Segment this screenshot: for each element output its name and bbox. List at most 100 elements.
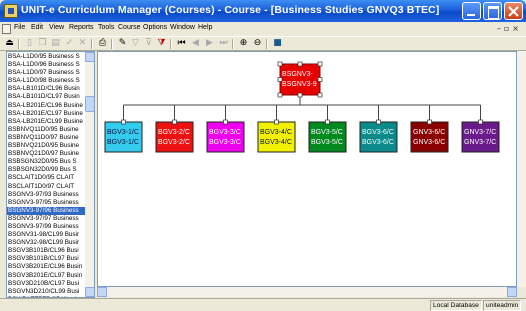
menu-window[interactable]: Window [170,24,195,31]
title-bar[interactable]: UNIT-e Curriculum Manager (Courses) - Co… [0,0,526,22]
toolbar-separator [91,39,93,49]
course-list-item[interactable]: BSGNV3-97/95 Business [7,199,85,207]
menu-view[interactable]: View [49,24,64,31]
maximize-button[interactable] [483,2,502,20]
child-course-node[interactable] [410,121,449,153]
child-course-node-label: GNV3-7/C [464,129,496,136]
menu-course[interactable]: Course [118,24,141,31]
course-list-item[interactable]: BSGNV32-98/CL99 Busir [7,239,85,247]
course-list-item[interactable]: BSBSGN32D0/99 Bus S [7,166,85,174]
node-handle [277,61,283,67]
zoom-out-icon[interactable]: ⊖ [252,38,263,49]
child-course-node[interactable] [206,121,245,153]
course-list-item[interactable]: BSA-LB101D/CL96 Busin [7,85,85,93]
course-list-item[interactable]: BSGNV3-97/99 Business [7,223,85,231]
print-icon[interactable]: ⎙ [97,38,108,49]
child-course-node[interactable] [257,121,296,153]
child-course-node[interactable] [155,121,194,153]
child-course-node-label: BGV3-3/C [209,139,241,146]
course-list-item[interactable]: BSA-LB201E/CL99 Busine [7,118,85,126]
child-course-node-label: BGV3-3/C [209,129,241,136]
course-list-item[interactable]: BSA-L1D0/97 Business S [7,69,85,77]
menu-options[interactable]: Options [143,24,167,31]
course-list-item[interactable]: BSGNV31-98/CL99 Busir [7,231,85,239]
scroll-thumb[interactable] [85,96,94,112]
child-course-node[interactable] [359,121,398,153]
cancel-icon[interactable]: ✕ [77,38,88,49]
menu-edit[interactable]: Edit [31,24,43,31]
toolbar: ⏏ ▯ ❐ ▤ ✓ ✕ ⎙ ✎ ▽ ⊽ ⧩ ⏮ ◀ ▶ ⏭ ⊕ ⊖ ■ [0,36,526,51]
scroll-right-arrow[interactable] [507,287,517,297]
child-course-node-label: BGV3-5/C [311,139,343,146]
course-list-item[interactable]: BSGNV3-97/97 Business [7,215,85,223]
child-course-node-label: BGV3-5/C [311,129,343,136]
course-list-item[interactable]: BSGVN3D210/CL99 Busi [7,288,85,296]
minimize-button[interactable] [462,2,481,20]
scroll-up-arrow[interactable] [85,52,94,62]
course-list-item[interactable]: BSGV3B201E/CL97 Busin [7,272,85,280]
chart-vertical-scrollbar[interactable] [517,51,526,287]
course-list-item[interactable]: BSBNVQ11D0/95 Busine [7,126,85,134]
course-list-item[interactable]: BSGNV3-97/93 Business [7,191,85,199]
mdi-controls[interactable]: –▫× [497,24,522,33]
menu-help[interactable]: Help [198,24,212,31]
course-list-item[interactable]: BSGV3B101B/CL96 Busi [7,247,85,255]
menu-reports[interactable]: Reports [69,24,94,31]
toolbar-separator [111,39,113,49]
first-record-icon[interactable]: ⏮ [176,38,187,49]
next-record-icon[interactable]: ▶ [204,38,215,49]
document-icon[interactable] [2,24,11,34]
filter-icon[interactable]: ▽ [130,38,141,49]
node-handle [297,61,303,67]
prev-record-icon[interactable]: ◀ [190,38,201,49]
filter-clear-icon[interactable]: ⊽ [143,38,154,49]
course-list-item[interactable]: BSGV3B101B/CL97 Busi [7,255,85,263]
course-list-item[interactable]: BSA-LB201E/CL97 Busine [7,110,85,118]
edit-icon[interactable]: ✎ [117,38,128,49]
node-handle [317,92,323,98]
last-record-icon[interactable]: ⏭ [218,38,229,49]
root-course-node[interactable] [279,63,321,96]
structure-chart[interactable]: BSGNV3- BSGNV3-9 BGV3-1/C BGV3-1/C BGV3-2/C B… [97,51,517,287]
course-list-item[interactable]: BSA-LB101D/CL97 Busin [7,93,85,101]
course-list-item[interactable]: BSA-L1D0/98 Business S [7,77,85,85]
node-handle [325,119,330,125]
chart-horizontal-scrollbar[interactable] [97,287,517,297]
course-list-item[interactable]: BSGNV3-97/96 Business [7,206,85,215]
sort-icon[interactable]: ⧩ [156,38,167,49]
course-list-item[interactable]: BSA-LB201E/CL96 Busine [7,102,85,110]
child-course-node-label: BGV3-1/C [107,129,139,136]
close-button[interactable] [504,2,523,20]
check-icon[interactable]: ✓ [64,38,75,49]
course-list-item[interactable]: BSA-L1D0/96 Business S [7,61,85,69]
up-level-icon[interactable]: ⏏ [4,38,15,49]
course-list-item[interactable]: BSGV3D210B/CL97 Busi [7,280,85,288]
scroll-down-arrow[interactable] [85,287,94,297]
toolbar-separator [18,39,20,49]
course-list-item[interactable]: BSGV3B201E/CL96 Busin [7,263,85,271]
child-course-node[interactable] [104,121,143,153]
delete-icon[interactable]: ▤ [50,38,61,49]
course-list[interactable]: BSA-L1D0/95 Business S BSA-L1D0/96 Busine… [7,53,85,297]
scroll-left-arrow[interactable] [97,287,107,297]
course-list-item[interactable]: BSCLAIT1D0/95 CLAIT [7,174,85,182]
zoom-in-icon[interactable]: ⊕ [238,38,249,49]
monitor-icon[interactable]: ■ [272,38,283,49]
status-database: Local Database [430,300,482,311]
root-course-node-label: BSGNV3- [282,71,313,78]
course-list-item[interactable]: BSA-L1D0/95 Business S [7,53,85,61]
course-list-item[interactable]: BSBNVQ21D0/95 Busine [7,142,85,150]
menu-file[interactable]: File [14,24,25,31]
course-list-scrollbar[interactable] [85,52,94,297]
menu-bar: File Edit View Reports Tools Course Opti… [0,22,526,36]
course-list-item[interactable]: BSBNVQ11D0/97 Busine [7,134,85,142]
new-icon[interactable]: ▯ [24,38,35,49]
course-list-item[interactable]: BSBSGN32D0/95 Bus S [7,158,85,166]
status-bar: Local Database uniteadmin [0,298,526,311]
child-course-node[interactable] [308,121,347,153]
menu-tools[interactable]: Tools [98,24,114,31]
copy-icon[interactable]: ❐ [37,38,48,49]
course-list-item[interactable]: BSCLAIT1D0/97 CLAIT [7,183,85,191]
child-course-node[interactable] [461,121,500,153]
course-list-item[interactable]: BSBNVQ21D0/97 Busine [7,150,85,158]
